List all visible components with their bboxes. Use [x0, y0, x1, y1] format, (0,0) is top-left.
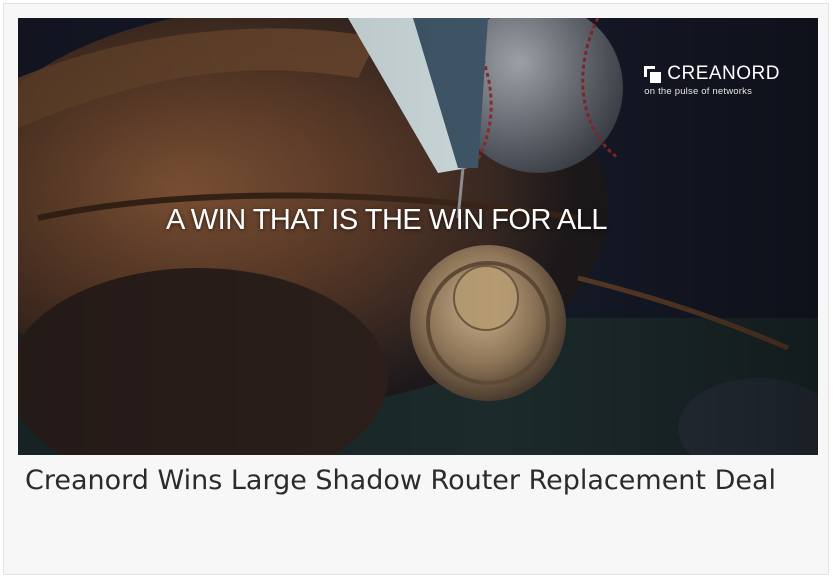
hero-headline: A WIN THAT IS THE WIN FOR ALL: [166, 204, 608, 236]
hero-image[interactable]: CREANORD on the pulse of networks A WIN …: [18, 18, 818, 455]
brand-tagline: on the pulse of networks: [644, 86, 753, 97]
brand-name: CREANORD: [667, 63, 780, 84]
news-card[interactable]: CREANORD on the pulse of networks A WIN …: [3, 3, 829, 575]
article-title-link[interactable]: Creanord Wins Large Shadow Router Replac…: [25, 461, 805, 501]
creanord-logo-icon: [644, 65, 662, 83]
brand-logo: CREANORD on the pulse of networks: [644, 64, 780, 97]
